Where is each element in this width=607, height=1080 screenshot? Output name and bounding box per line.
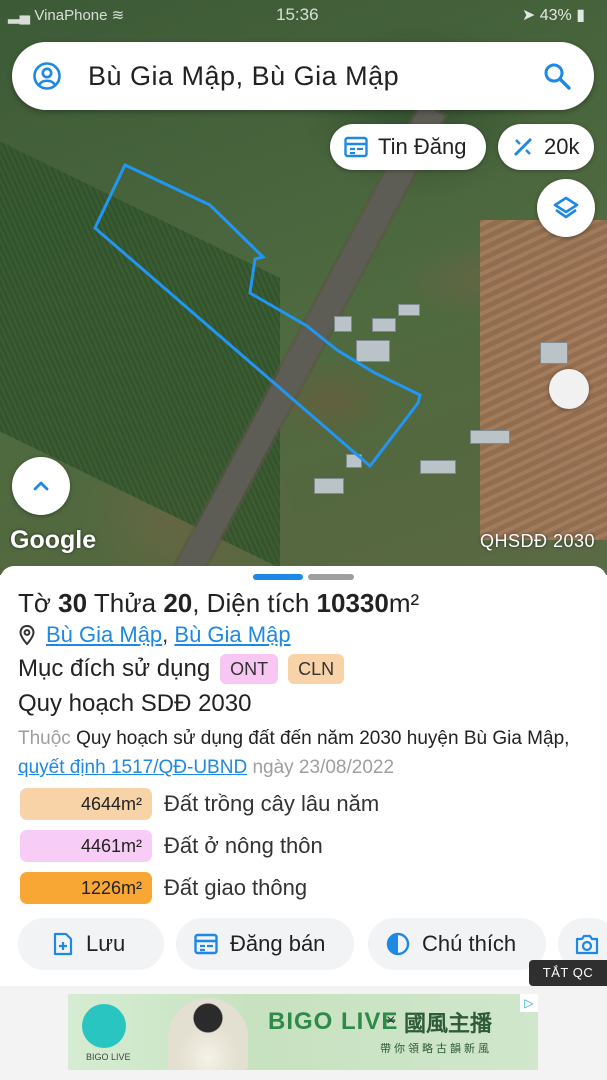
belongs-label: Thuộc	[18, 728, 71, 749]
map-side-button[interactable]	[549, 369, 589, 409]
legend-button[interactable]: Chú thích	[368, 918, 546, 970]
price-filter-label: 20k	[544, 134, 580, 159]
carrier-name: VinaPhone	[34, 7, 108, 24]
area-unit: m²	[388, 588, 420, 618]
status-bar: ▂▄ VinaPhone ≋ 15:36 ➤ 43% ▮	[0, 0, 607, 34]
battery-indicator: ➤ 43% ▮	[522, 5, 585, 25]
parcel-title: Tờ 30 Thửa 20, Diện tích 10330m²	[18, 588, 419, 619]
ruler-icon	[513, 137, 533, 157]
location-separator: ,	[162, 622, 175, 647]
listings-icon	[194, 933, 218, 955]
ad-person-image	[168, 998, 248, 1070]
area-row-traffic: 1226m² Đất giao thông	[20, 872, 307, 904]
decision-link[interactable]: quyết định 1517/QĐ-UBND	[18, 757, 247, 778]
plan-title: Quy hoạch SDĐ 2030	[18, 690, 252, 717]
ad-logo-label: BIGO LIVE	[86, 1052, 131, 1062]
action-buttons: Lưu Đăng bán Chú thích	[18, 918, 607, 970]
add-file-icon	[53, 932, 73, 956]
price-filter-button[interactable]: 20k	[498, 124, 594, 170]
land-use-purpose: Mục đích sử dụng ONT CLN	[18, 654, 345, 684]
ad-brand: BIGO LIVE	[268, 1008, 399, 1035]
layers-icon	[553, 196, 579, 219]
sheet-number: 30	[58, 588, 88, 618]
location-pin-icon	[19, 624, 35, 646]
parcel-info-sheet: Tờ 30 Thửa 20, Diện tích 10330m² Bù Gia …	[0, 566, 607, 986]
search-bar[interactable]: Bù Gia Mập, Bù Gia Mập	[12, 42, 594, 110]
area-value-box: 4461m²	[20, 830, 152, 862]
account-icon[interactable]	[32, 61, 62, 91]
plan-desc-text: Quy hoạch sử dụng đất đến năm 2030 huyện…	[76, 728, 565, 749]
ad-x-sign: ×	[386, 1012, 396, 1029]
camera-icon	[575, 934, 599, 955]
lot-prefix: Thửa	[93, 588, 157, 618]
area-value-box: 1226m²	[20, 872, 152, 904]
ad-cn-subtext: 帶你領略古韻新風	[380, 1043, 492, 1055]
carrier-label: ▂▄ VinaPhone ≋	[8, 6, 124, 24]
listings-button[interactable]: Tin Đăng	[330, 124, 486, 170]
area-row-perennial: 4644m² Đất trồng cây lâu năm	[20, 788, 379, 820]
sheet-handle-active[interactable]	[253, 574, 303, 580]
area-label: Đất trồng cây lâu năm	[164, 791, 380, 816]
battery-percent: 43%	[539, 7, 572, 24]
area-label: Đất ở nông thôn	[164, 833, 323, 858]
contrast-icon	[386, 932, 410, 956]
ad-banner[interactable]: BIGO LIVE BIGO LIVE × 國風主播 帶你領略古韻新風 ▷	[68, 994, 538, 1070]
bigo-logo-icon	[82, 1004, 126, 1048]
chevron-up-icon	[33, 481, 49, 491]
district-link[interactable]: Bù Gia Mập	[174, 622, 290, 648]
google-logo: Google	[10, 526, 97, 554]
tag-cln[interactable]: CLN	[288, 654, 345, 684]
lot-number: 20	[163, 588, 193, 618]
close-ad-button[interactable]: TẮT QC	[529, 960, 607, 986]
sheet-handle-inactive[interactable]	[308, 574, 354, 580]
tag-ont[interactable]: ONT	[220, 654, 279, 684]
area-prefix: , Diện tích	[192, 588, 310, 618]
search-input[interactable]: Bù Gia Mập, Bù Gia Mập	[88, 61, 542, 92]
decision-date: ngày 23/08/2022	[252, 757, 395, 778]
commune-link[interactable]: Bù Gia Mập	[46, 622, 162, 648]
desc-comma: ,	[564, 728, 570, 749]
save-label: Lưu	[86, 931, 126, 956]
parcel-boundary[interactable]	[93, 163, 422, 469]
wifi-icon: ≋	[111, 7, 125, 24]
clock: 15:36	[276, 5, 319, 24]
area-value-box: 4644m²	[20, 788, 152, 820]
parcel-location: Bù Gia Mập , Bù Gia Mập	[18, 622, 291, 648]
plan-description: Thuộc Quy hoạch sử dụng đất đến năm 2030…	[18, 724, 590, 782]
adchoices-icon[interactable]: ▷	[520, 994, 538, 1012]
area-row-rural: 4461m² Đất ở nông thôn	[20, 830, 323, 862]
listings-icon	[344, 136, 368, 158]
location-arrow-icon: ➤	[521, 7, 536, 24]
ad-cn-text: 國風主播	[404, 1011, 493, 1036]
layers-button[interactable]	[537, 179, 595, 237]
purpose-label: Mục đích sử dụng	[18, 655, 211, 682]
signal-icon: ▂▄	[8, 7, 31, 24]
listings-label: Tin Đăng	[378, 134, 467, 159]
expand-up-button[interactable]	[12, 457, 70, 515]
post-for-sale-button[interactable]: Đăng bán	[176, 918, 354, 970]
save-button[interactable]: Lưu	[18, 918, 164, 970]
search-icon[interactable]	[542, 61, 572, 91]
sheet-prefix: Tờ	[18, 588, 51, 618]
legend-label: Chú thích	[422, 931, 517, 956]
post-label: Đăng bán	[230, 931, 326, 956]
map-view[interactable]: ▂▄ VinaPhone ≋ 15:36 ➤ 43% ▮ Bù Gia Mập,…	[0, 0, 607, 575]
area-value: 10330	[316, 588, 389, 618]
ad-container: BIGO LIVE BIGO LIVE × 國風主播 帶你領略古韻新風 ▷	[0, 986, 607, 1080]
battery-icon: ▮	[576, 7, 585, 24]
map-layer-label: QHSDĐ 2030	[479, 531, 595, 551]
area-label: Đất giao thông	[164, 875, 308, 900]
